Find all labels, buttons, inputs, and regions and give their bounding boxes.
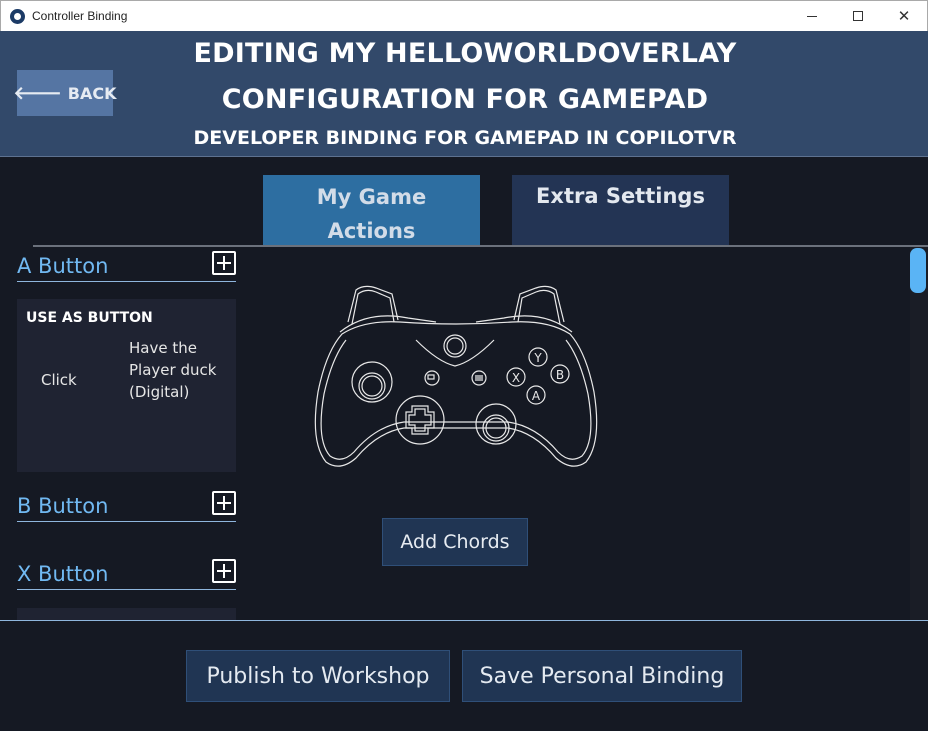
binding-label: A Button xyxy=(17,254,109,278)
window-title: Controller Binding xyxy=(32,9,128,23)
minimize-button[interactable] xyxy=(789,1,835,31)
dpad[interactable] xyxy=(405,405,435,435)
tab-my-game-actions[interactable]: My Game Actions xyxy=(263,175,480,245)
window-titlebar: Controller Binding ✕ xyxy=(0,0,928,31)
tab-label-line1: My Game xyxy=(316,185,427,209)
page-title-line1: EDITING MY HELLOWORLDOVERLAY xyxy=(193,38,737,69)
tab-extra-settings[interactable]: Extra Settings xyxy=(512,175,729,245)
back-button-label: BACK xyxy=(67,83,117,103)
binding-header-x-button: X Button xyxy=(17,559,236,590)
left-bumper-outline[interactable] xyxy=(339,315,437,333)
binding-input: Click xyxy=(41,371,77,389)
add-chords-button[interactable]: Add Chords xyxy=(382,518,528,566)
footer-divider xyxy=(0,620,928,621)
binding-mode: USE AS BUTTON xyxy=(26,310,153,326)
binding-card-x-button[interactable] xyxy=(17,608,236,620)
b-button-label: B xyxy=(556,368,564,382)
save-personal-binding-button[interactable]: Save Personal Binding xyxy=(462,650,742,702)
close-icon: ✕ xyxy=(897,8,911,25)
binding-header-b-button: B Button xyxy=(17,491,236,522)
controller-body-outline xyxy=(314,321,598,467)
binding-card-a-button[interactable]: USE AS BUTTON Click Have the Player duck… xyxy=(17,299,236,472)
maximize-icon xyxy=(853,11,863,21)
back-button[interactable]: 🡐 BACK xyxy=(13,70,117,116)
scrollbar-thumb[interactable] xyxy=(910,248,926,293)
scrollbar-track[interactable] xyxy=(910,247,928,620)
add-binding-icon[interactable] xyxy=(212,491,236,515)
gamepad-diagram: Y B X A xyxy=(314,285,598,467)
binding-label: X Button xyxy=(17,562,109,586)
arrow-left-icon: 🡐 xyxy=(13,82,62,104)
tab-divider xyxy=(33,245,928,247)
binding-label: B Button xyxy=(17,494,109,518)
add-binding-icon[interactable] xyxy=(212,251,236,275)
maximize-button[interactable] xyxy=(835,1,881,31)
right-bumper-outline[interactable] xyxy=(475,315,573,333)
view-button[interactable] xyxy=(424,370,440,386)
minimize-icon xyxy=(807,15,817,17)
binding-header-a-button: A Button xyxy=(17,251,236,282)
page-title-line2: CONFIGURATION FOR GAMEPAD xyxy=(221,84,709,115)
a-button-label: A xyxy=(532,389,541,403)
tab-label: Extra Settings xyxy=(536,184,705,208)
close-button[interactable]: ✕ xyxy=(881,1,927,31)
y-button-label: Y xyxy=(533,351,542,365)
add-binding-icon[interactable] xyxy=(212,559,236,583)
tab-label-line2: Actions xyxy=(327,219,416,243)
publish-to-workshop-button[interactable]: Publish to Workshop xyxy=(186,650,450,702)
binding-action[interactable]: Have the Player duck (Digital) xyxy=(129,337,224,403)
steamvr-app-icon xyxy=(10,9,25,24)
page-header: 🡐 BACK EDITING MY HELLOWORLDOVERLAY CONF… xyxy=(0,31,928,157)
page-subtitle: DEVELOPER BINDING FOR GAMEPAD IN COPILOT… xyxy=(193,127,737,149)
x-button-label: X xyxy=(512,371,520,385)
